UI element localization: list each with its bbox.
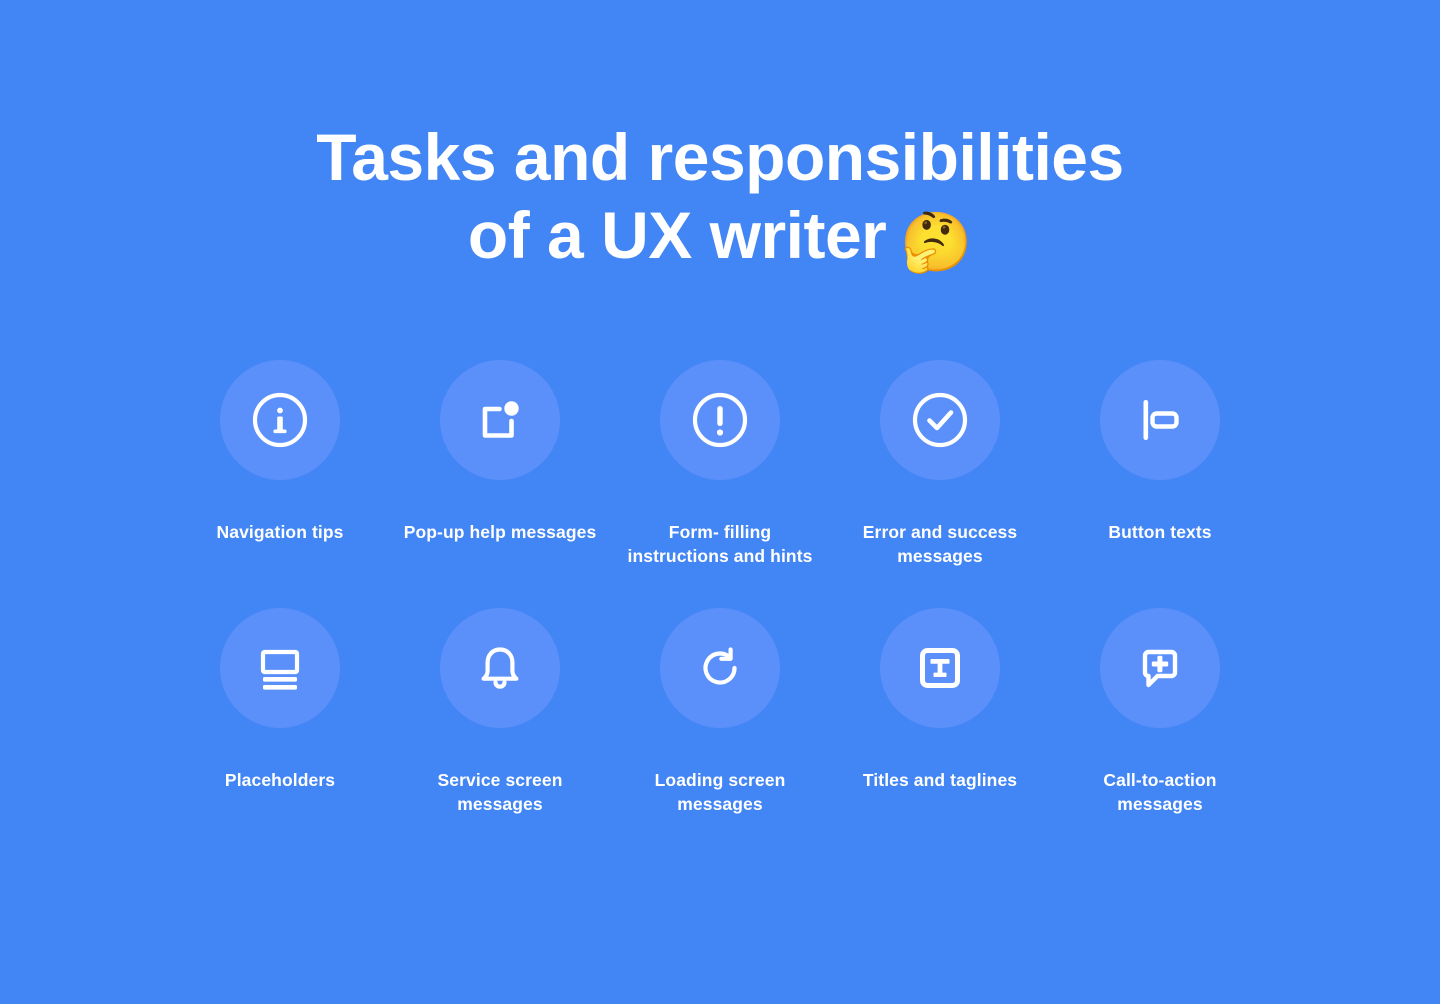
page-title: Tasks and responsibilities of a UX write… [0,118,1440,274]
grid-item-label: Placeholders [224,770,336,790]
grid-item-titles-and-taglines[interactable]: Titles and taglines [830,608,1050,816]
grid-item-popup-help-messages[interactable]: Pop-up help messages [390,360,610,568]
grid-item-label: Navigation tips [216,522,344,542]
title-line-1: Tasks and responsibilities [316,120,1124,194]
title-line-2-wrapper: of a UX writer 🤔 [0,196,1440,274]
grid-item-label: Error and success messages [862,522,1018,566]
grid-item-label: Call-to-action messages [1103,770,1217,814]
grid-item-call-to-action-messages[interactable]: Call-to-action messages [1050,608,1270,816]
check-circle-icon [880,360,1000,480]
grid-item-navigation-tips[interactable]: Navigation tips [170,360,390,568]
grid-item-label: Loading screen messages [654,770,786,814]
grid-item-form-filling-instructions[interactable]: Form- filling instructions and hints [610,360,830,568]
grid-item-label: Form- filling instructions and hints [627,522,813,566]
grid-item-label: Service screen messages [437,770,563,814]
grid-item-error-and-success-messages[interactable]: Error and success messages [830,360,1050,568]
text-box-icon [880,608,1000,728]
align-left-button-icon [1100,360,1220,480]
grid-item-label: Button texts [1108,522,1212,542]
refresh-icon [660,608,780,728]
info-circle-icon [220,360,340,480]
speech-bubble-plus-icon [1100,608,1220,728]
grid-item-service-screen-messages[interactable]: Service screen messages [390,608,610,816]
grid-item-label: Pop-up help messages [403,522,597,542]
bell-icon [440,608,560,728]
responsibilities-grid: Navigation tips Pop-up help messages For… [170,360,1270,816]
grid-item-loading-screen-messages[interactable]: Loading screen messages [610,608,830,816]
content-placeholder-icon [220,608,340,728]
slide-root: Tasks and responsibilities of a UX write… [0,0,1440,1004]
title-line-2: of a UX writer [467,198,887,272]
grid-item-label: Titles and taglines [862,770,1018,790]
grid-item-placeholders[interactable]: Placeholders [170,608,390,816]
thinking-face-emoji-icon: 🤔 [900,210,973,275]
exclamation-circle-icon [660,360,780,480]
grid-item-button-texts[interactable]: Button texts [1050,360,1270,568]
popup-notification-icon [440,360,560,480]
